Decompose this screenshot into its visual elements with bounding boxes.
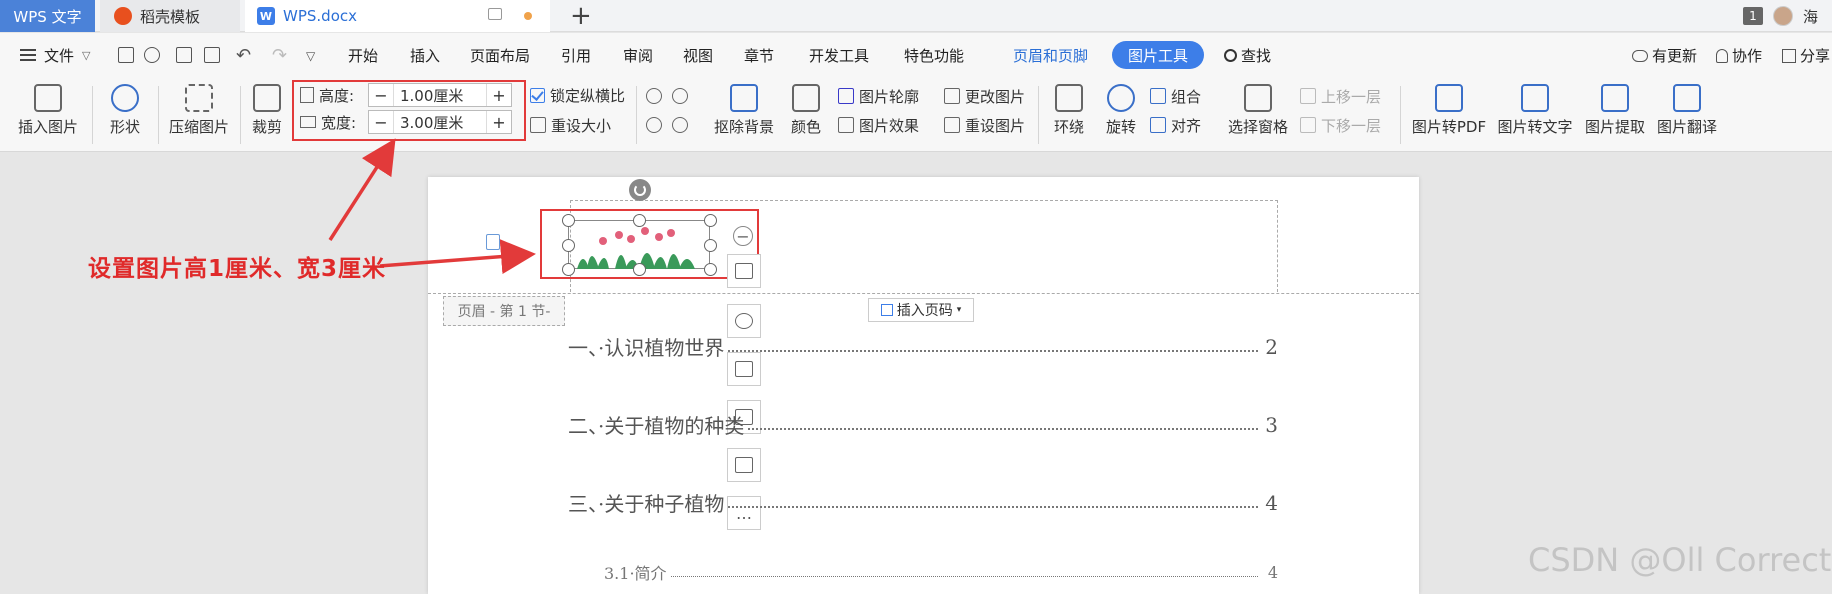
annotation-arrows: [328, 138, 536, 275]
arrow-to-size-controls: [328, 138, 396, 241]
arrow-to-picture: [379, 239, 536, 275]
annotation-text: 设置图片高1厘米、宽3厘米: [88, 256, 387, 282]
watermark: CSDN @Oll Correct: [1528, 541, 1832, 579]
